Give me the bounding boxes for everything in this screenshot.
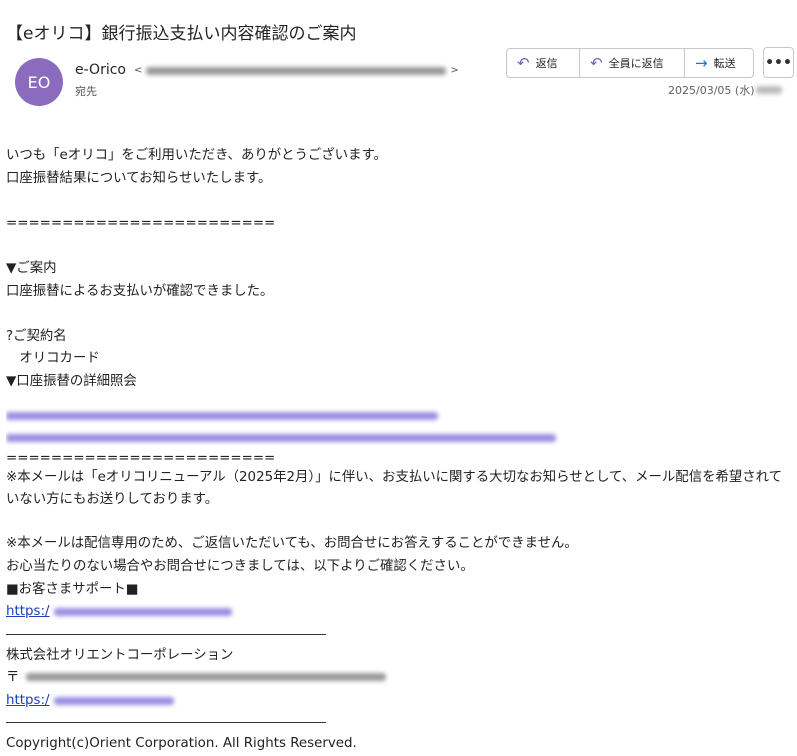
sender-name[interactable]: e-Orico — [75, 62, 126, 78]
reply-icon: ↶ — [517, 53, 530, 72]
forward-arrow-icon: → — [695, 53, 708, 72]
note-renewal: ※本メールは「eオリコリニューアル（2025年2月）」に伴い、お支払いに関する大… — [6, 469, 783, 507]
sender-email[interactable]: < > — [134, 65, 459, 76]
company-address: 〒 — [6, 667, 794, 690]
separator-line: ======================== — [6, 215, 276, 231]
message-actions: ↶ 返信 ↶ 全員に返信 → 転送 — [506, 48, 754, 78]
reply-button[interactable]: ↶ 返信 — [507, 49, 579, 77]
divider — [6, 722, 326, 724]
more-options-button[interactable]: ••• — [763, 47, 794, 78]
forward-button[interactable]: → 転送 — [684, 49, 753, 77]
support-link[interactable]: https:/ — [6, 601, 794, 624]
email-subject: 【eオリコ】銀行振込支払い内容確認のご案内 — [6, 24, 357, 44]
separator-line: ======================== — [6, 450, 276, 466]
postal-mark: 〒 — [6, 670, 20, 686]
redacted-address — [25, 673, 386, 682]
detail-link-line-1[interactable] — [6, 406, 794, 429]
support-url[interactable]: https:/ — [6, 601, 232, 624]
email-body: いつも「eオリコ」をご利用いただき、ありがとうございます。 口座振替結果について… — [6, 145, 794, 756]
company-name: 株式会社オリエントコーポレーション — [6, 647, 234, 663]
email-open-bracket: < — [134, 65, 143, 76]
detail-link-line-2[interactable] — [6, 428, 794, 451]
guide-text: 口座振替によるお支払いが確認できました。 — [6, 283, 274, 299]
contract-value: オリコカード — [6, 351, 100, 367]
notice-text: 口座振替結果についてお知らせいたします。 — [6, 170, 272, 186]
redacted-time — [756, 86, 783, 94]
reply-all-label: 全員に返信 — [608, 57, 664, 70]
redacted-email — [146, 66, 447, 75]
redacted-link[interactable] — [6, 434, 556, 443]
greeting-text: いつも「eオリコ」をご利用いただき、ありがとうございます。 — [6, 148, 387, 163]
contract-label: ?ご契約名 — [6, 328, 67, 344]
support-heading: ■お客さまサポート■ — [6, 581, 139, 597]
note-no-reply: ※本メールは配信専用のため、ご返信いただいても、お問合せにお答えすることができま… — [6, 536, 578, 552]
recipient-label: 宛先 — [75, 85, 97, 98]
reply-label: 返信 — [535, 57, 558, 70]
reply-all-button[interactable]: ↶ 全員に返信 — [579, 49, 684, 77]
date-text: 2025/03/05 (水) — [668, 84, 755, 97]
company-link[interactable]: https:/ — [6, 690, 794, 713]
guide-heading: ▼ご案内 — [6, 260, 57, 276]
message-date: 2025/03/05 (水) — [668, 82, 783, 98]
sender-avatar[interactable]: EO — [15, 58, 63, 106]
company-url[interactable]: https:/ — [6, 690, 174, 713]
divider — [6, 633, 326, 635]
copyright-text: Copyright(c)Orient Corporation. All Righ… — [6, 736, 357, 752]
reply-all-icon: ↶ — [590, 53, 603, 72]
detail-heading: ▼口座振替の詳細照会 — [6, 373, 137, 389]
forward-label: 転送 — [713, 57, 736, 70]
note-inquiry: お心当たりのない場合やお問合せにつきましては、以下よりご確認ください。 — [6, 558, 474, 574]
redacted-link[interactable] — [6, 411, 438, 420]
email-close-bracket: > — [450, 65, 459, 76]
